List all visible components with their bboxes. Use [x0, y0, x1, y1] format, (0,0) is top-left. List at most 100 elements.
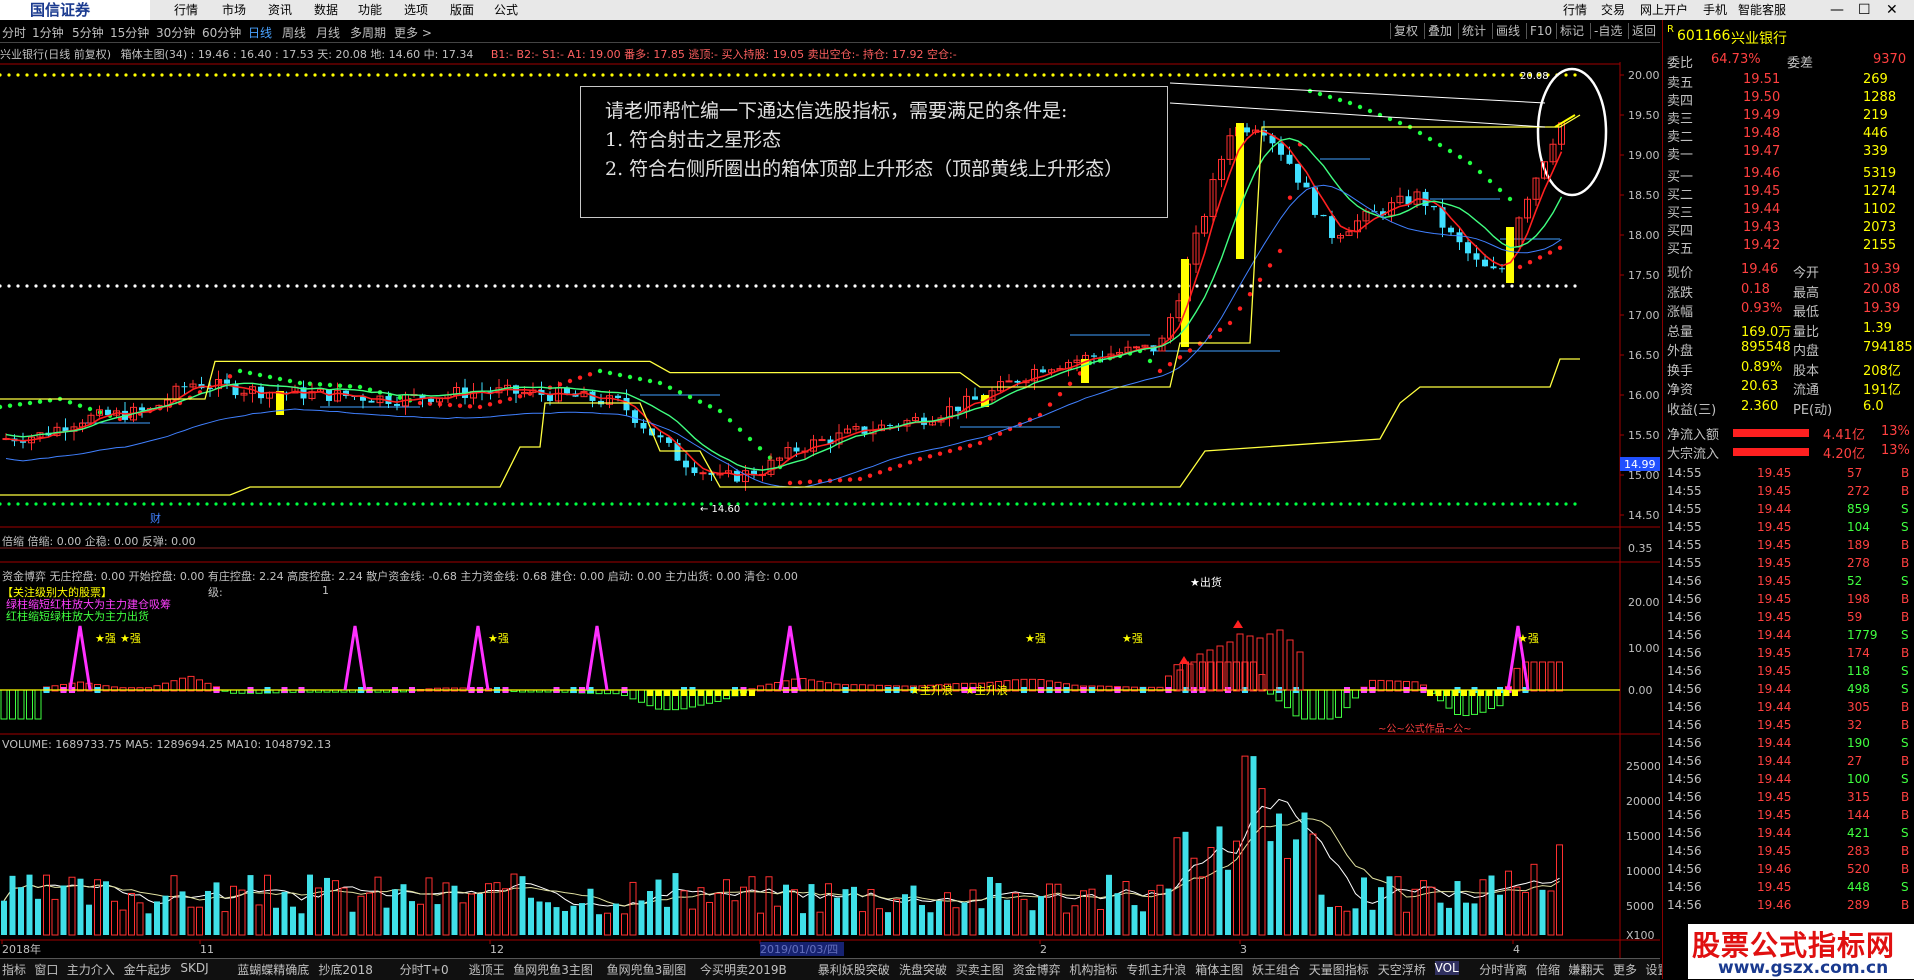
indicator-tab-20[interactable]: 天量图指标: [1309, 961, 1369, 978]
minimize-icon[interactable]: —: [1830, 0, 1844, 20]
tick-time: 14:56: [1667, 844, 1702, 858]
level-dot: [394, 73, 398, 77]
volume-bar: [1522, 891, 1529, 936]
indicator-tab-8[interactable]: 逃顶王: [469, 961, 505, 978]
menu-formula[interactable]: 公式: [494, 0, 518, 20]
sar-dot: [397, 395, 403, 400]
indicator-tab-4[interactable]: SKDJ: [180, 961, 208, 975]
indicator-tab-23[interactable]: 分时背离: [1479, 961, 1527, 978]
indicator-tab-19[interactable]: 妖王组合: [1252, 961, 1300, 978]
date-highlight: [760, 942, 844, 956]
sar-dot: [37, 399, 43, 404]
menu-news[interactable]: 资讯: [268, 0, 292, 20]
period-multi[interactable]: 多周期: [350, 24, 386, 41]
menu-market[interactable]: 市场: [222, 0, 246, 20]
indicator-tab-5[interactable]: 蓝蝴蝶精确底: [237, 961, 309, 978]
indicator-tab-9[interactable]: 鱼网兜鱼3主图: [513, 961, 593, 978]
level-dot: [1528, 502, 1532, 506]
tick-side: B: [1901, 610, 1910, 624]
indicator-tab-10[interactable]: 鱼网兜鱼3副图: [607, 961, 687, 978]
indicator-tab-16[interactable]: 机构指标: [1069, 961, 1117, 978]
level-dot: [979, 502, 983, 506]
level-dot: [1159, 284, 1163, 288]
indicator-tab-21[interactable]: 天空浮桥: [1378, 961, 1426, 978]
close-icon[interactable]: ✕: [1886, 0, 1898, 20]
level-dot: [493, 73, 497, 77]
add-watchlist-button[interactable]: -自选: [1590, 23, 1625, 39]
period-weekly[interactable]: 周线: [282, 24, 306, 41]
menu-right-trade[interactable]: 交易: [1601, 0, 1625, 20]
sell-row: 卖二 19.48 446: [1663, 126, 1914, 145]
menu-quotes[interactable]: 行情: [174, 0, 198, 20]
level-dot: [241, 73, 245, 77]
menu-functions[interactable]: 功能: [358, 0, 382, 20]
level-dot: [862, 73, 866, 77]
fund-yellow-bar: [1435, 690, 1442, 696]
indicator-tab-12[interactable]: 暴利妖股突破: [818, 961, 890, 978]
level-dot: [1105, 284, 1109, 288]
menu-options[interactable]: 选项: [404, 0, 428, 20]
indicator-tab-1[interactable]: 窗口: [34, 961, 58, 978]
period-60min[interactable]: 60分钟: [202, 24, 241, 41]
level-dot: [754, 502, 758, 506]
indicator-tab-11[interactable]: 今买明卖2019B: [700, 961, 787, 978]
buy-level-label: 买四: [1667, 224, 1694, 239]
indicator-tab-26[interactable]: 更多: [1613, 961, 1637, 978]
tick-time: 14:56: [1667, 718, 1702, 732]
indicator-tab-13[interactable]: 洗盘突破: [899, 961, 947, 978]
menu-right-open-account[interactable]: 网上开户: [1640, 0, 1688, 20]
tick-volume: 859: [1847, 502, 1870, 516]
mark-button[interactable]: 标记: [1556, 23, 1587, 39]
period-15min[interactable]: 15分钟: [110, 24, 149, 41]
stat-value: 794185: [1863, 340, 1913, 355]
indicator-tab-0[interactable]: 指标: [2, 961, 26, 978]
level-dot: [664, 502, 668, 506]
menu-layout[interactable]: 版面: [450, 0, 474, 20]
overlay-button[interactable]: 叠加: [1424, 23, 1455, 39]
sell-row: 卖五 19.51 269: [1663, 72, 1914, 91]
indicator-tab-6[interactable]: 抄底2018: [318, 961, 373, 978]
indicator-tab-3[interactable]: 金牛起步: [124, 961, 172, 978]
menu-right-mobile[interactable]: 手机: [1703, 0, 1727, 20]
level-dot: [241, 284, 245, 288]
draw-line-button[interactable]: 画线: [1492, 23, 1523, 39]
indicator-tab-17[interactable]: 专抓主升浪: [1126, 961, 1186, 978]
level-dot: [1546, 502, 1550, 506]
sar-dot: [7, 403, 13, 408]
volume-bar: [502, 888, 509, 936]
menu-right-quotes[interactable]: 行情: [1563, 0, 1587, 20]
volume-bar: [1267, 841, 1274, 935]
indicator-tab-25[interactable]: 嫌翻天: [1568, 961, 1604, 978]
indicator-tab-14[interactable]: 买卖主图: [956, 961, 1004, 978]
period-5min[interactable]: 5分钟: [72, 24, 104, 41]
maximize-icon[interactable]: ☐: [1858, 0, 1871, 20]
period-more[interactable]: 更多 >: [394, 24, 432, 41]
fund-yellow-bar: [1461, 690, 1467, 696]
indicator-tab-22[interactable]: VOL: [1434, 961, 1459, 975]
statistics-button[interactable]: 统计: [1458, 23, 1489, 39]
indicator-tab-18[interactable]: 箱体主图: [1195, 961, 1243, 978]
level-dot: [403, 73, 407, 77]
period-30min[interactable]: 30分钟: [156, 24, 195, 41]
period-1min[interactable]: 1分钟: [32, 24, 64, 41]
stat-value: 208亿: [1863, 363, 1901, 379]
tick-volume: 144: [1847, 808, 1870, 822]
level-dot: [277, 284, 281, 288]
period-daily[interactable]: 日线: [248, 24, 272, 41]
indicator-tab-2[interactable]: 主力介入: [67, 961, 115, 978]
restore-rights-button[interactable]: 复权: [1390, 23, 1421, 39]
candle-body: [640, 422, 647, 429]
level-dot: [1033, 502, 1037, 506]
back-button[interactable]: 返回: [1628, 23, 1659, 39]
indicator-tab-24[interactable]: 倍缩: [1536, 961, 1560, 978]
menu-right-service[interactable]: 智能客服: [1738, 0, 1786, 20]
period-monthly[interactable]: 月线: [316, 24, 340, 41]
indicator-tab-15[interactable]: 资金博弈: [1013, 961, 1061, 978]
date-tick-label: 11: [200, 943, 214, 956]
buy-row: 买二 19.45 1274: [1663, 184, 1914, 203]
indicator-tab-7[interactable]: 分时T+0: [400, 961, 449, 978]
f10-button[interactable]: F10: [1526, 23, 1555, 39]
level-dot: [1285, 284, 1289, 288]
period-intraday[interactable]: 分时: [2, 24, 26, 41]
menu-data[interactable]: 数据: [314, 0, 338, 20]
